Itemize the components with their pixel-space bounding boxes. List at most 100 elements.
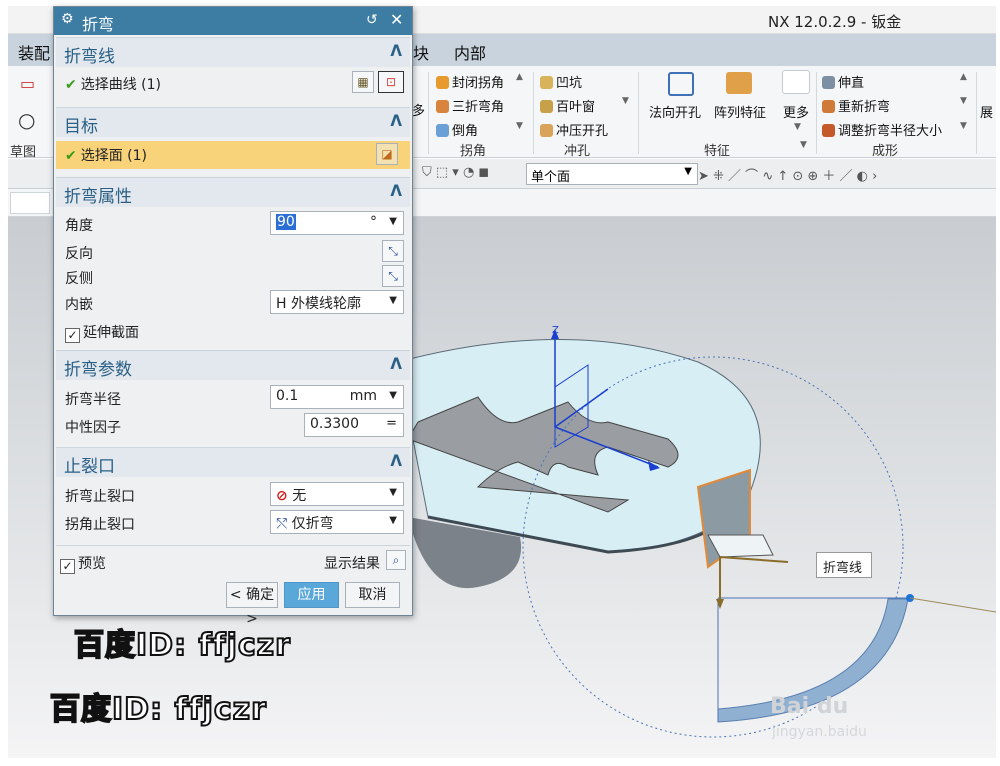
filter-icon[interactable]: ⛉ ⬚ ▾ ◔ ◼: [422, 165, 489, 180]
louver-button[interactable]: 百叶窗: [540, 96, 595, 115]
extend-section-row[interactable]: ✓ 延伸截面: [56, 318, 410, 344]
ok-button[interactable]: < 确定 >: [226, 582, 278, 627]
chevron-down-icon[interactable]: ▼: [389, 515, 397, 526]
scroll-up-arrow[interactable]: ▲: [960, 72, 967, 82]
sketch-group-label: 草图: [10, 145, 37, 160]
magnifier-icon[interactable]: ⌕: [386, 550, 406, 570]
corner-relief-select[interactable]: ⤲ 仅折弯 ▼: [270, 510, 404, 534]
formula-equals-button[interactable]: =: [386, 416, 397, 431]
baidu-url-watermark: jingyan.baidu: [772, 724, 867, 740]
section-target-header[interactable]: 目标 ᐱ: [56, 107, 410, 137]
closed-corner-button[interactable]: 封闭拐角: [436, 72, 504, 91]
snap-icons[interactable]: ➤ ⁜ ／ ⌒ ∿ ↑ ⊙ ⊕ ＋ ／ ◐ ›: [698, 165, 877, 184]
apply-button[interactable]: 应用: [284, 582, 339, 608]
section-title: 折弯属性: [64, 187, 132, 207]
preview-checkbox[interactable]: ✓: [60, 559, 75, 574]
section-title: 目标: [64, 117, 98, 137]
angle-label: 角度: [65, 218, 93, 234]
rectangle-icon[interactable]: ▭: [20, 74, 35, 93]
bend-relief-select[interactable]: ⊘ 无 ▼: [270, 482, 404, 506]
reverse-label: 反向: [65, 246, 93, 262]
chevron-down-icon[interactable]: ▼: [389, 295, 397, 306]
section-relief-header[interactable]: 止裂口 ᐱ: [56, 447, 410, 477]
dropdown-arrow[interactable]: ▼: [516, 121, 523, 131]
bend-line-tooltip: 折弯线: [816, 552, 872, 578]
adjust-radius-button[interactable]: 调整折弯半径大小: [822, 120, 942, 139]
unbend-button[interactable]: 伸直: [822, 72, 864, 91]
curve-select-icon[interactable]: ⊡: [378, 71, 404, 93]
extend-section-label: ✓ 延伸截面: [65, 322, 139, 343]
collapse-icon[interactable]: ᐱ: [390, 112, 402, 130]
dropdown-arrow[interactable]: ▼: [794, 122, 801, 132]
rebend-icon: [822, 100, 835, 113]
partial-button[interactable]: 展: [980, 102, 993, 121]
menu-internal[interactable]: 内部: [454, 40, 486, 64]
close-icon[interactable]: ✕: [390, 10, 403, 29]
pattern-feature-button[interactable]: 阵列特征: [714, 102, 766, 121]
scroll-up-arrow[interactable]: ▲: [516, 72, 523, 82]
show-result-label[interactable]: 显示结果: [324, 553, 380, 573]
reverse-row: 反向 ⤡: [56, 239, 410, 265]
gear-icon[interactable]: ⚙: [61, 11, 74, 27]
chevron-down-icon[interactable]: ▼: [389, 216, 397, 227]
face-select-icon[interactable]: ◪: [376, 143, 398, 165]
normal-cutout-button[interactable]: 法向开孔: [649, 102, 701, 121]
section-bend-params-header[interactable]: 折弯参数 ᐱ: [56, 350, 410, 380]
bend-radius-row: 折弯半径 0.1 mm ▼: [56, 385, 410, 411]
axis-z-label: Z: [552, 325, 559, 336]
dimple-button[interactable]: 凹坑: [540, 72, 582, 91]
bend-radius-input[interactable]: 0.1 mm ▼: [270, 385, 404, 409]
more-left-label[interactable]: 多: [412, 100, 425, 119]
inset-label: 内嵌: [65, 297, 93, 313]
bend-relief-label: 折弯止裂口: [65, 489, 135, 505]
three-bend-button[interactable]: 三折弯角: [436, 96, 504, 115]
ribbon-separator: [428, 72, 429, 154]
chamfer-icon: [436, 124, 449, 137]
more-button[interactable]: 更多: [783, 102, 809, 121]
rebend-button[interactable]: 重新折弯: [822, 96, 890, 115]
chevron-down-icon[interactable]: ▼: [389, 487, 397, 498]
watermark-text: 百度ID: ffjczr: [49, 691, 267, 728]
collapse-icon[interactable]: ᐱ: [390, 42, 402, 60]
menu-assembly[interactable]: 装配: [18, 40, 50, 64]
reverse-side-icon[interactable]: ⤡: [382, 265, 404, 287]
select-face-row[interactable]: ✔ 选择面 (1) ◪: [56, 141, 410, 169]
sketch-section-icon[interactable]: ▦: [352, 71, 374, 93]
watermark-text: 百度ID: ffjczr: [73, 627, 291, 664]
chevron-down-icon[interactable]: ▼: [389, 390, 397, 401]
section-bend-props-header[interactable]: 折弯属性 ᐱ: [56, 177, 410, 207]
reset-icon[interactable]: ↺: [366, 12, 378, 28]
section-title: 止裂口: [64, 457, 115, 477]
tab-arrow: [719, 556, 789, 563]
bend-relief-row: 折弯止裂口 ⊘ 无 ▼: [56, 482, 410, 508]
normal-cutout-icon: [668, 72, 694, 96]
angle-input[interactable]: 90 ° ▼: [270, 211, 404, 235]
section-title: 折弯线: [64, 47, 115, 67]
extend-section-checkbox[interactable]: ✓: [65, 328, 80, 343]
inset-select[interactable]: H 外模线轮廓 ▼: [270, 290, 404, 314]
circle-icon[interactable]: ○: [18, 108, 35, 132]
drawn-cutout-button[interactable]: 冲压开孔: [540, 120, 608, 139]
cancel-button[interactable]: 取消: [345, 582, 400, 608]
reverse-direction-icon[interactable]: ⤡: [382, 240, 404, 262]
dropdown-arrow[interactable]: ▼: [960, 96, 967, 106]
collapse-icon[interactable]: ᐱ: [390, 182, 402, 200]
closed-corner-icon: [436, 76, 449, 89]
section-bend-line-header[interactable]: 折弯线 ᐱ: [56, 37, 410, 67]
bend-radius-unit: mm: [349, 388, 377, 404]
collapse-icon[interactable]: ᐱ: [390, 452, 402, 470]
dropdown-arrow[interactable]: ▼: [800, 140, 807, 150]
angle-value: 90: [276, 214, 296, 230]
select-curve-row[interactable]: ✔ 选择曲线 (1) ▦ ⊡: [56, 70, 410, 96]
checkmark-icon: ✔: [65, 148, 77, 164]
dropdown-arrow[interactable]: ▼: [622, 96, 629, 106]
forming-group-label: 成形: [872, 144, 899, 159]
selection-filter-dropdown[interactable]: 单个面 ▼: [526, 163, 698, 185]
dialog-title-bar[interactable]: ⚙ 折弯 ↺ ✕: [54, 7, 412, 35]
neutral-factor-input[interactable]: 0.3300 =: [304, 413, 404, 437]
dimple-icon: [540, 76, 553, 89]
dropdown-arrow[interactable]: ▼: [960, 121, 967, 131]
collapse-icon[interactable]: ᐱ: [390, 355, 402, 373]
menu-block[interactable]: 块: [413, 40, 429, 64]
chamfer-button[interactable]: 倒角: [436, 120, 478, 139]
